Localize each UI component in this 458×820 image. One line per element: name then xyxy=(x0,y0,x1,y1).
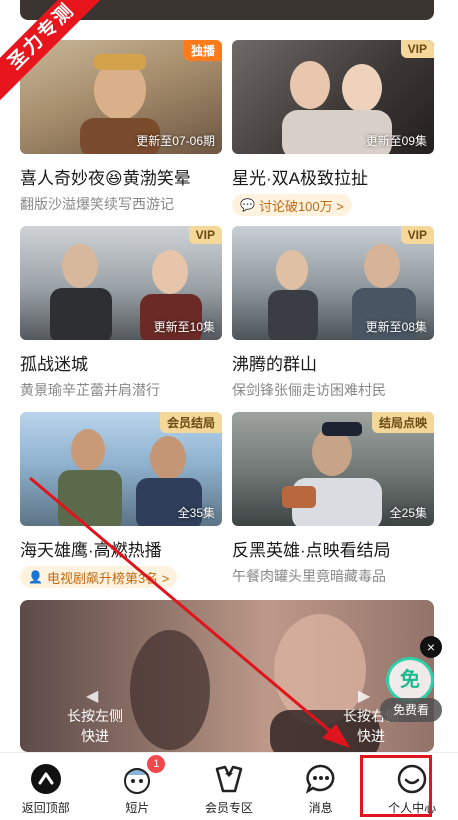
card-title[interactable]: 孤战迷城 xyxy=(20,350,222,375)
free-watch-label[interactable]: 免费看 xyxy=(380,698,442,722)
card-title[interactable]: 海天雄鹰·高燃热播 xyxy=(20,536,222,561)
long-press-left-hint: 长按左侧 快进 xyxy=(67,708,123,744)
tab-messages[interactable]: 消息 xyxy=(275,753,367,820)
vip-badge: VIP xyxy=(400,40,434,58)
video-card-1[interactable]: 独播 更新至07-06期 喜人奇妙夜😆黄渤笑晕 翻版沙溢爆笑续写西游记 xyxy=(20,40,222,214)
pill-label: 讨论破100万 > xyxy=(258,198,344,214)
fast-forward-icon: ▶ xyxy=(358,688,371,705)
video-card-4[interactable]: VIP 更新至08集 沸腾的群山 保剑锋张俪走访困难村民 xyxy=(232,226,434,400)
episode-status: 更新至10集 xyxy=(153,320,215,334)
rewind-icon: ◀ xyxy=(86,688,99,705)
episode-status: 更新至08集 xyxy=(365,320,427,334)
video-thumbnail[interactable]: VIP 更新至08集 xyxy=(232,226,434,340)
card-title[interactable]: 反黑英雄·点映看结局 xyxy=(232,536,434,561)
card-title[interactable]: 沸腾的群山 xyxy=(232,350,434,375)
card-title[interactable]: 星光·双A极致拉扯 xyxy=(232,164,434,189)
video-thumbnail[interactable]: VIP 更新至09集 xyxy=(232,40,434,154)
chat-dots-icon xyxy=(305,763,337,795)
video-thumbnail[interactable]: 结局点映 全25集 xyxy=(232,412,434,526)
tab-label: 返回顶部 xyxy=(21,801,70,815)
card-subtitle: 保剑锋张俪走访困难村民 xyxy=(232,382,386,398)
exclusive-badge: 独播 xyxy=(183,40,222,61)
member-finale-badge: 会员结局 xyxy=(159,412,222,433)
tab-vip-zone[interactable]: 会员专区 xyxy=(183,753,275,820)
video-thumbnail[interactable]: 会员结局 全35集 xyxy=(20,412,222,526)
episode-status: 更新至07-06期 xyxy=(136,134,215,148)
video-card-6[interactable]: 结局点映 全25集 反黑英雄·点映看结局 午餐肉罐头里竟暗藏毒品 xyxy=(232,412,434,586)
tab-back-to-top[interactable]: 返回顶部 xyxy=(0,753,92,820)
tab-shorts[interactable]: 1 短片 xyxy=(92,753,184,820)
tab-label: 会员专区 xyxy=(204,801,253,815)
close-icon[interactable]: × xyxy=(420,636,442,658)
video-preview-banner[interactable]: ◀ ▶ 长按左侧 快进 长按右侧 快进 xyxy=(20,600,434,752)
video-card-2[interactable]: VIP 更新至09集 星光·双A极致拉扯 💬 讨论破100万 > xyxy=(232,40,434,216)
caret-up-icon xyxy=(30,763,62,795)
episode-status: 全35集 xyxy=(177,506,215,520)
video-thumbnail[interactable]: 独播 更新至07-06期 xyxy=(20,40,222,154)
bottom-tab-bar: 返回顶部 1 短片 会员专区 消息 个人中心 xyxy=(0,752,458,820)
finale-preview-badge: 结局点映 xyxy=(371,412,434,433)
tab-profile[interactable]: 个人中心 xyxy=(366,753,458,820)
page: { "watermark": "圣力专测", "cards": [ {"badg… xyxy=(0,0,458,820)
smile-icon xyxy=(396,763,428,795)
card-subtitle: 翻版沙溢爆笑续写西游记 xyxy=(20,196,174,212)
card-subtitle: 黄景瑜辛芷蕾并肩潜行 xyxy=(20,382,160,398)
rank-person-icon: 👤 xyxy=(28,570,43,584)
tab-label: 个人中心 xyxy=(388,801,437,815)
episode-status: 更新至09集 xyxy=(365,134,427,148)
episode-status: 全25集 xyxy=(389,506,427,520)
video-thumbnail[interactable]: VIP 更新至10集 xyxy=(20,226,222,340)
ranking-pill[interactable]: 👤 电视剧飙升榜第3名 > xyxy=(20,566,178,588)
video-card-5[interactable]: 会员结局 全35集 海天雄鹰·高燃热播 👤 电视剧飙升榜第3名 > xyxy=(20,412,222,588)
pill-label: 电视剧飙升榜第3名 > xyxy=(46,570,170,586)
card-subtitle: 午餐肉罐头里竟暗藏毒品 xyxy=(232,568,386,584)
card-title[interactable]: 喜人奇妙夜😆黄渤笑晕 xyxy=(20,164,222,189)
tuxedo-icon xyxy=(213,763,245,795)
tab-label: 消息 xyxy=(308,801,333,815)
video-card-3[interactable]: VIP 更新至10集 孤战迷城 黄景瑜辛芷蕾并肩潜行 xyxy=(20,226,222,400)
free-watch-icon[interactable]: 免 xyxy=(386,657,434,703)
discussion-pill[interactable]: 💬 讨论破100万 > xyxy=(232,194,352,216)
chat-bubble-icon: 💬 xyxy=(240,198,255,212)
tab-label: 短片 xyxy=(125,801,150,815)
vip-badge: VIP xyxy=(188,226,222,244)
unread-badge: 1 xyxy=(147,755,166,773)
vip-badge: VIP xyxy=(400,226,434,244)
